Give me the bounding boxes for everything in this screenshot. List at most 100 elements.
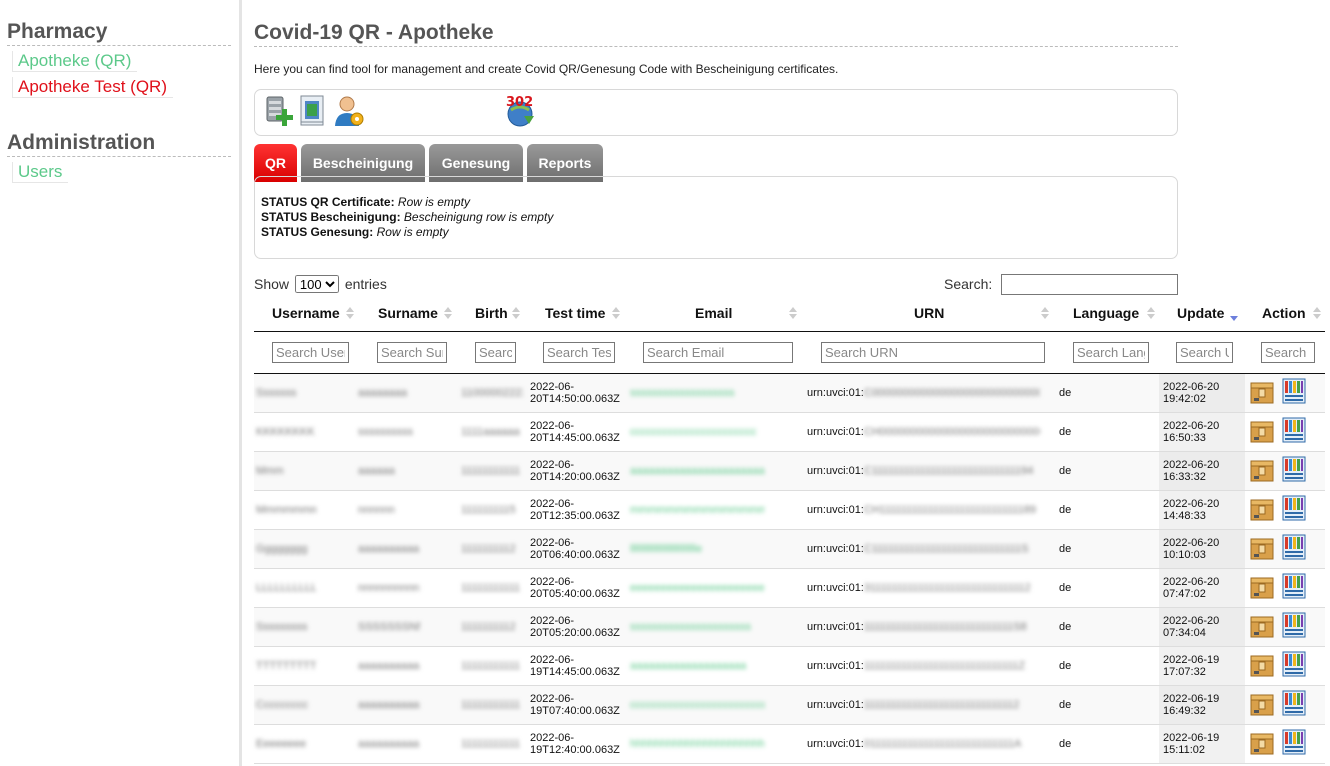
filter-username-input[interactable]: [272, 342, 349, 363]
table-row[interactable]: Sssssss aaaaaaaa 11000002222 2022-06- 20T14:…: [254, 374, 1325, 413]
col-email[interactable]: Email: [695, 302, 732, 332]
sidebar: Pharmacy Apotheke (QR) Apotheke Test (QR…: [0, 0, 242, 766]
table-search-input[interactable]: [1001, 274, 1178, 295]
box-archive-icon[interactable]: [1250, 732, 1274, 756]
sort-birth-icon[interactable]: [512, 307, 520, 321]
box-archive-icon[interactable]: [1250, 381, 1274, 405]
books-list-icon[interactable]: [1282, 651, 1306, 677]
cell-language: de: [1059, 387, 1072, 399]
cell-username: Ccccccccc: [256, 699, 308, 711]
col-username[interactable]: Username: [272, 302, 340, 332]
cell-urn-rest: C111111111111111111111111111194: [863, 465, 1034, 477]
filter-update-input[interactable]: [1176, 342, 1233, 363]
cell-urn-prefix: urn:uvci:01:: [807, 504, 864, 516]
sidebar-item-users[interactable]: Users: [12, 162, 69, 183]
books-list-icon[interactable]: [1282, 417, 1306, 443]
filter-birth-input[interactable]: [475, 342, 516, 363]
books-list-icon[interactable]: [1282, 612, 1306, 638]
cell-username: Sssssssss: [256, 621, 308, 633]
page-title: Covid-19 QR - Apotheke: [254, 21, 1178, 47]
cell-urn-rest: CH11111111111111111111111111189: [863, 504, 1036, 516]
cell-update-time: 07:34:04: [1163, 627, 1206, 639]
user-settings-icon[interactable]: [333, 94, 365, 128]
filter-testtime-input[interactable]: [543, 342, 615, 363]
table-row[interactable]: Gggggggg aaaaaaaaaa 1111111112 2022-06- 20T0…: [254, 530, 1325, 569]
box-archive-icon[interactable]: [1250, 537, 1274, 561]
cell-surname: aaaaaa: [358, 465, 395, 477]
cell-testtime-time: 20T05:40:00.063Z: [530, 588, 620, 600]
page-size-select[interactable]: 100: [294, 275, 339, 293]
books-list-icon[interactable]: [1282, 729, 1306, 755]
box-archive-icon[interactable]: [1250, 459, 1274, 483]
cell-urn-rest: 0111111111111111111111111111A: [863, 738, 1022, 750]
sort-email-icon[interactable]: [789, 307, 797, 321]
col-surname[interactable]: Surname: [378, 302, 438, 332]
sidebar-item-apotheke-qr[interactable]: Apotheke (QR): [12, 51, 138, 72]
spreadsheet-icon[interactable]: [297, 94, 329, 128]
cell-update: 2022-06-20 07:47:02: [1163, 576, 1219, 600]
cell-urn-rest: C1111111111111111111111111111S: [863, 543, 1029, 555]
cell-urn-rest: 11111111111111111111111111111Z: [863, 660, 1026, 672]
sort-language-icon[interactable]: [1147, 307, 1155, 321]
books-list-icon[interactable]: [1282, 456, 1306, 482]
filter-language-input[interactable]: [1073, 342, 1149, 363]
filter-surname-input[interactable]: [377, 342, 447, 363]
sort-update-desc-icon[interactable]: [1230, 307, 1238, 321]
box-archive-icon[interactable]: [1250, 654, 1274, 678]
col-language[interactable]: Language: [1073, 302, 1139, 332]
table-row[interactable]: Mmm aaaaaa 11111111111 2022-06- 20T14:20:00.…: [254, 452, 1325, 491]
cell-testtime-date: 2022-06-: [530, 420, 575, 432]
box-archive-icon[interactable]: [1250, 576, 1274, 600]
cell-urn-prefix: urn:uvci:01:: [807, 426, 864, 438]
sidebar-item-apotheke-test-qr[interactable]: Apotheke Test (QR): [12, 77, 173, 98]
books-list-icon[interactable]: [1282, 690, 1306, 716]
table-row[interactable]: LLLLLLLLLLE nnnnnnnnnnn 11111111111 2022-06…: [254, 569, 1325, 608]
filter-action-input[interactable]: [1261, 342, 1315, 363]
cell-surname: aaaaaaaaaa: [358, 738, 420, 750]
cell-urn-prefix: urn:uvci:01:: [807, 387, 864, 399]
cell-email: ssssssssssssssssssssss: [630, 621, 751, 633]
sort-urn-icon[interactable]: [1041, 307, 1049, 321]
books-list-icon[interactable]: [1282, 534, 1306, 560]
cell-update: 2022-06-20 10:10:03: [1163, 537, 1219, 561]
col-urn[interactable]: URN: [914, 302, 944, 332]
cell-birth: 11111111111: [461, 582, 521, 594]
box-archive-icon[interactable]: [1250, 498, 1274, 522]
box-archive-icon[interactable]: [1250, 615, 1274, 639]
cell-testtime: 2022-06- 20T06:40:00.063Z: [530, 537, 620, 561]
add-database-icon[interactable]: [264, 94, 296, 128]
cell-surname: aaaaaaaaaa: [358, 543, 420, 555]
col-testtime[interactable]: Test time: [545, 302, 605, 332]
cell-urn: urn:uvci:01:C111111111111111111111111111…: [807, 465, 1040, 477]
books-list-icon[interactable]: [1282, 495, 1306, 521]
cell-testtime: 2022-06- 20T14:50:00.063Z: [530, 381, 620, 405]
cell-update-time: 16:50:33: [1163, 432, 1206, 444]
table-row[interactable]: Eeeeeeee aaaaaaaaaa 11111111111 2022-06- 19T…: [254, 725, 1325, 764]
table-row[interactable]: SssssssssSSSSSSSNNNN11111111122022-06-20…: [254, 608, 1325, 647]
col-action[interactable]: Action: [1262, 302, 1306, 332]
cell-update-time: 14:48:33: [1163, 510, 1206, 522]
redirect-302-icon[interactable]: 302: [504, 94, 536, 128]
table-row[interactable]: TTTTTTTTT aaaaaaaaaaaa 11111111111 2022-06-…: [254, 647, 1325, 686]
table-row[interactable]: Ccccccccc aaaaaaaaaarr 11111111111 2022-06-…: [254, 686, 1325, 725]
sort-surname-icon[interactable]: [444, 307, 452, 321]
sort-username-icon[interactable]: [346, 307, 354, 321]
cell-language: de: [1059, 543, 1072, 555]
col-update[interactable]: Update: [1177, 302, 1224, 332]
sort-testtime-icon[interactable]: [612, 307, 620, 321]
cell-surname: ssssssssss: [358, 426, 413, 438]
box-archive-icon[interactable]: [1250, 420, 1274, 444]
col-birth[interactable]: Birth: [475, 302, 508, 332]
books-list-icon[interactable]: [1282, 378, 1306, 404]
cell-birth: 1111111112: [461, 621, 516, 633]
cell-urn: urn:uvci:01:1111111111111111111111111111…: [807, 621, 1040, 633]
box-archive-icon[interactable]: [1250, 693, 1274, 717]
filter-urn-input[interactable]: [821, 342, 1045, 363]
sort-action-icon[interactable]: [1313, 307, 1321, 321]
table-row[interactable]: Mmmmmmmmm nnnnnn 1111111115 2022-06-20T12:3…: [254, 491, 1325, 530]
books-list-icon[interactable]: [1282, 573, 1306, 599]
table-row[interactable]: KKKKKKKK ssssssssss 1111aaaaaa 2022-06- 20T1…: [254, 413, 1325, 452]
filter-email-input[interactable]: [643, 342, 793, 363]
cell-urn-prefix: urn:uvci:01:: [807, 543, 864, 555]
sidebar-heading-administration: Administration: [7, 131, 231, 157]
